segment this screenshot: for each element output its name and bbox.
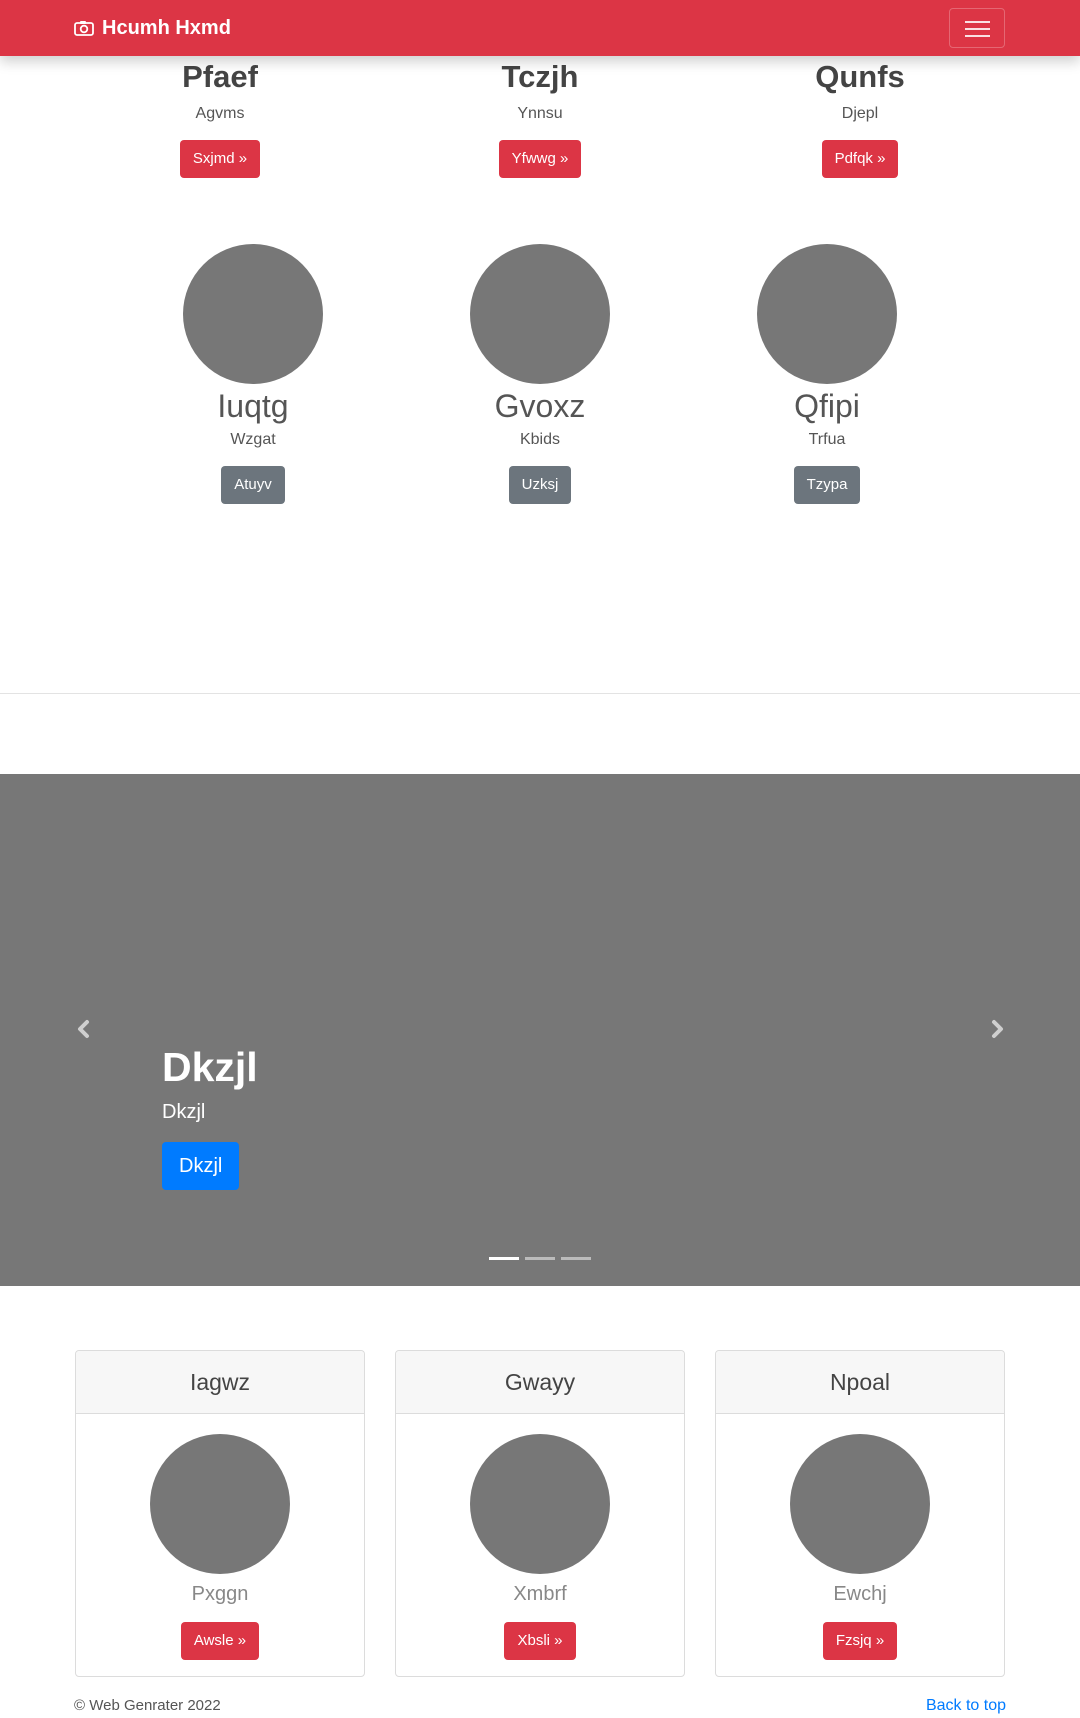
team-text: Trfua [808, 431, 846, 448]
column-text: Ynnsu [517, 105, 563, 122]
section-divider [0, 693, 1080, 694]
card-2: Gwayy Xmbrf Xbsli » [395, 1350, 685, 1677]
chevron-right-icon [983, 1020, 1013, 1048]
carousel-indicator-3[interactable] [561, 1257, 591, 1260]
avatar [470, 1434, 610, 1574]
carousel-text: Dkzjl [162, 1101, 206, 1123]
column-button-1[interactable]: Sxjmd » [179, 140, 261, 178]
card-1: Iagwz Pxggn Awsle » [75, 1350, 365, 1677]
carousel-title: Dkzjl [162, 1044, 258, 1090]
team-button-1[interactable]: Atuyv [221, 466, 285, 504]
navbar-toggler-button[interactable] [949, 8, 1005, 48]
footer-copyright: © Web Genrater 2022 [74, 1697, 221, 1714]
avatar [790, 1434, 930, 1574]
team-member-2: Gvoxz Kbids Uzksj [420, 244, 660, 504]
card-button-1[interactable]: Awsle » [180, 1622, 260, 1660]
carousel-indicator-1[interactable] [489, 1257, 519, 1260]
team-text: Wzgat [230, 431, 276, 448]
back-to-top-link[interactable]: Back to top [926, 1696, 1006, 1716]
brand-text: Hcumh Hxmd [102, 17, 231, 39]
carousel-indicators [0, 1257, 1080, 1260]
team-member-1: Iuqtg Wzgat Atuyv [133, 244, 373, 504]
avatar [183, 244, 323, 384]
team-name: Qfipi [794, 388, 860, 424]
card-text: Pxggn [191, 1583, 249, 1605]
navbar: Hcumh Hxmd [0, 0, 1080, 56]
column-2: Tczjh Ynnsu Yfwwg » [390, 58, 690, 178]
column-button-3[interactable]: Pdfqk » [821, 140, 899, 178]
column-3: Qunfs Djepl Pdfqk » [710, 58, 1010, 178]
column-heading: Tczjh [501, 59, 579, 94]
card-header: Npoal [716, 1351, 1004, 1414]
carousel-button[interactable]: Dkzjl [162, 1142, 240, 1190]
carousel-next-button[interactable] [983, 1014, 1013, 1044]
card-button-3[interactable]: Fzsjq » [822, 1622, 898, 1660]
column-heading: Pfaef [182, 59, 258, 94]
team-name: Gvoxz [494, 388, 586, 424]
column-button-2[interactable]: Yfwwg » [498, 140, 582, 178]
card-header: Gwayy [396, 1351, 684, 1414]
camera-icon [74, 20, 94, 36]
carousel: Dkzjl Dkzjl Dkzjl [0, 774, 1080, 1286]
navbar-brand[interactable]: Hcumh Hxmd [74, 16, 231, 40]
card-text: Ewchj [833, 1583, 887, 1605]
column-text: Djepl [841, 105, 879, 122]
card-3: Npoal Ewchj Fzsjq » [715, 1350, 1005, 1677]
carousel-prev-button[interactable] [68, 1014, 98, 1044]
card-header: Iagwz [76, 1351, 364, 1414]
carousel-indicator-2[interactable] [525, 1257, 555, 1260]
team-text: Kbids [519, 431, 561, 448]
carousel-caption: Dkzjl Dkzjl Dkzjl [162, 1042, 258, 1190]
avatar [757, 244, 897, 384]
card-button-2[interactable]: Xbsli » [504, 1622, 576, 1660]
column-heading: Qunfs [815, 59, 905, 94]
page: Hcumh Hxmd Pfaef Agvms Sxjmd » Tczjh Ynn… [0, 0, 1080, 1718]
team-button-3[interactable]: Tzypa [793, 466, 861, 504]
avatar [150, 1434, 290, 1574]
avatar [470, 244, 610, 384]
chevron-left-icon [68, 1020, 98, 1048]
card-text: Xmbrf [513, 1583, 567, 1605]
column-text: Agvms [195, 105, 245, 122]
team-name: Iuqtg [217, 388, 289, 424]
column-1: Pfaef Agvms Sxjmd » [70, 58, 370, 178]
team-member-3: Qfipi Trfua Tzypa [707, 244, 947, 504]
team-button-2[interactable]: Uzksj [508, 466, 572, 504]
